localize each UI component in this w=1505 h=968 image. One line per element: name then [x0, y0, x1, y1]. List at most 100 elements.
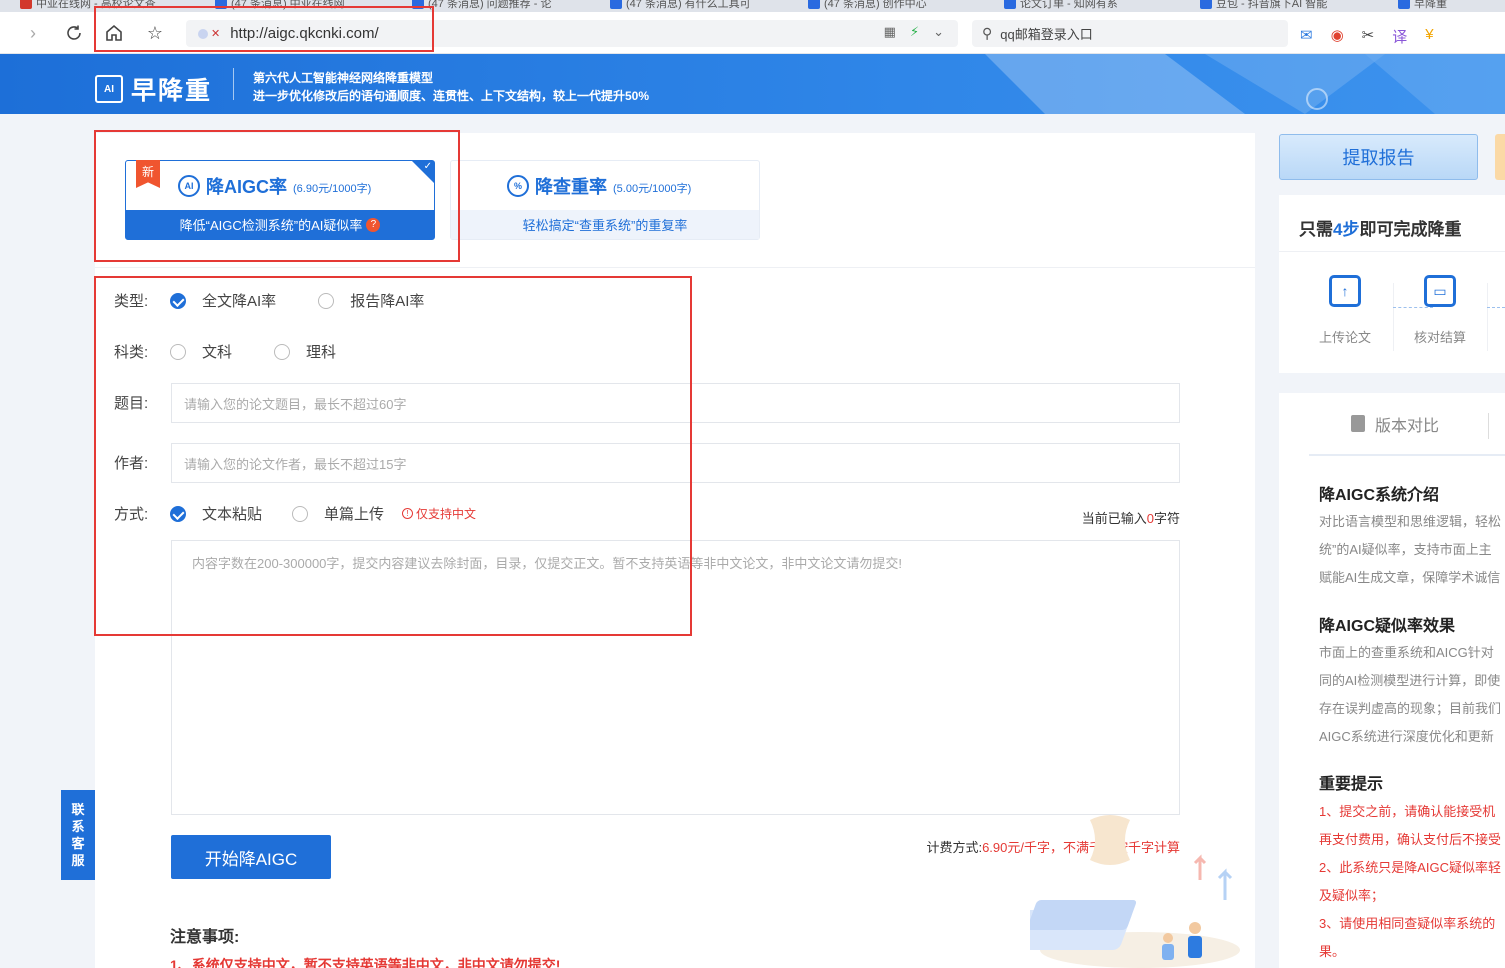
product-card-duplicate[interactable]: % 降查重率 (5.00元/1000字) 轻松搞定“查重系统”的重复率 [450, 160, 760, 240]
section-text: 果。 [1319, 944, 1346, 959]
partial-button[interactable] [1495, 134, 1505, 180]
title-row: 题目: [114, 392, 170, 413]
search-text[interactable]: qq邮箱登录入口 [1000, 24, 1092, 43]
subject-option-arts[interactable]: 文科 [202, 341, 232, 362]
section-text: 2、此系统只是降AIGC疑似率轻 [1319, 860, 1502, 875]
url-text[interactable]: http://aigc.qkcnki.com/ [230, 25, 378, 42]
mail-icon[interactable]: ✉ [1300, 26, 1313, 47]
help-icon[interactable]: ? [366, 217, 381, 232]
type-option-report[interactable]: 报告降AI率 [350, 290, 424, 311]
translate-icon[interactable]: 译 [1392, 26, 1407, 47]
step-divider [1393, 283, 1394, 351]
tab-version-compare[interactable]: 版本对比 [1309, 393, 1505, 456]
notice-item: 1、系统仅支持中文，暂不支持英语等非中文，非中文请勿提交! [170, 957, 561, 968]
browser-tab[interactable]: 论文订单 - 知网有系 [1004, 0, 1118, 12]
product-card-aigc[interactable]: 新 ✓ AI 降AIGC率 (6.90元/1000字) 降低“AIGC检测系统”… [125, 160, 435, 240]
section-text: 赋能AI生成文章，保障学术诚信 [1319, 570, 1501, 585]
address-bar[interactable]: ✕ http://aigc.qkcnki.com/ ▦ ⚡ ⌄ [186, 20, 958, 47]
content-textarea[interactable]: 内容字数在200-300000字，提交内容建议去除封面，目录，仅提交正文。暂不支… [171, 540, 1180, 815]
product-price: (6.90元/1000字) [293, 182, 372, 195]
search-box[interactable]: ⚲ qq邮箱登录入口 [972, 20, 1288, 47]
lightning-icon[interactable]: ⚡ [910, 24, 919, 40]
banner-slogan: 第六代人工智能神经网络降重模型 [253, 71, 434, 85]
subject-radio-science[interactable] [274, 343, 291, 360]
type-radio-report[interactable] [318, 292, 335, 309]
title-label: 题目: [114, 395, 149, 412]
section-text: AIGC系统进行深度优化和更新 [1319, 729, 1494, 744]
home-icon[interactable] [101, 20, 127, 46]
browser-toolbar: › ☆ ✕ http://aigc.qkcnki.com/ ▦ ⚡ ⌄ ⚲ qq… [0, 12, 1505, 54]
get-report-button[interactable]: 提取报告 [1279, 134, 1478, 180]
scissors-icon[interactable]: ✂ [1362, 26, 1375, 47]
check-icon: ✓ [423, 161, 432, 172]
step-upload: ↑ 上传论文 [1315, 275, 1375, 346]
method-row: 方式: 文本粘贴 单篇上传 ! 仅支持中文 [114, 503, 476, 524]
forward-icon[interactable]: › [20, 20, 46, 46]
section-text: 再支付费用，确认支付后不接受 [1319, 832, 1502, 847]
qr-code-icon[interactable]: ▦ [884, 24, 896, 40]
method-radio-paste[interactable] [170, 505, 186, 522]
percent-icon: % [507, 174, 529, 197]
browser-tab[interactable]: (47 条消息) 问题推荐 - 论 [412, 0, 551, 12]
site-logo[interactable]: AI 早降重 [95, 71, 212, 107]
section-text: 1、提交之前，请确认能接受机 [1319, 804, 1496, 819]
contact-support-button[interactable]: 联系客服 [61, 790, 95, 880]
tab-favicon-icon [215, 0, 227, 9]
steps-title: 只需4步即可完成降重 [1299, 220, 1462, 239]
tab-favicon-icon [412, 0, 424, 9]
reload-icon[interactable] [61, 20, 87, 46]
type-row: 类型: 全文降AI率 报告降AI率 [114, 290, 466, 311]
type-option-full[interactable]: 全文降AI率 [202, 290, 276, 311]
weibo-icon[interactable]: ◉ [1331, 26, 1344, 47]
decorative-illustration [1030, 815, 1240, 968]
method-option-paste[interactable]: 文本粘贴 [202, 503, 262, 524]
browser-tab[interactable]: (47 条消息) 中亚在线网 [215, 0, 345, 12]
browser-tab[interactable]: 豆包 - 抖音旗下AI 智能 [1200, 0, 1327, 12]
section-text: 市面上的查重系统和AICG针对 [1319, 645, 1494, 660]
tab-favicon-icon [1200, 0, 1212, 9]
insecure-icon: ✕ [211, 28, 221, 40]
author-input[interactable]: 请输入您的论文作者，最长不超过15字 [171, 443, 1180, 483]
title-input[interactable]: 请输入您的论文题目，最长不超过60字 [171, 383, 1180, 423]
type-label: 类型: [114, 293, 149, 310]
method-option-upload[interactable]: 单篇上传 [324, 503, 384, 524]
browser-tab-active[interactable]: 早降重 [1398, 0, 1447, 12]
product-desc: 降低“AIGC检测系统”的AI疑似率 [179, 218, 363, 233]
subject-option-science[interactable]: 理科 [306, 341, 336, 362]
chevron-down-icon[interactable]: ⌄ [933, 24, 944, 40]
browser-tab[interactable]: (47 条消息) 有什么工具可 [610, 0, 751, 12]
method-radio-upload[interactable] [292, 505, 309, 522]
document-icon [1351, 415, 1365, 432]
ring-decoration [1306, 88, 1328, 110]
banner-divider [233, 68, 234, 100]
type-radio-full[interactable] [170, 292, 186, 309]
star-icon[interactable]: ☆ [142, 20, 168, 46]
ai-icon: AI [178, 174, 200, 197]
browser-tab[interactable]: 中亚在线网 - 高校论文查 [20, 0, 156, 12]
section-text: 同的AI检测模型进行计算，即使 [1319, 673, 1501, 688]
intro-panel: 版本对比 降AIGC系统介绍 对比语言模型和思维逻辑，轻松 统”的AI疑似率，支… [1279, 393, 1505, 968]
steps-panel: 只需4步即可完成降重 ↑ 上传论文 ▭ 核对结算 [1279, 195, 1505, 373]
section-heading: 重要提示 [1319, 776, 1384, 793]
wallet-icon[interactable]: ¥ [1425, 26, 1433, 47]
product-price: (5.00元/1000字) [613, 182, 692, 195]
browser-tab[interactable]: (47 条消息) 创作中心 [808, 0, 927, 12]
start-aigc-button[interactable]: 开始降AIGC [171, 835, 331, 879]
logo-text: 早降重 [131, 77, 213, 105]
section-text: 3、请使用相同查疑似率系统的 [1319, 916, 1496, 931]
chinese-only-note: ! 仅支持中文 [402, 505, 476, 522]
section-heading: 降AIGC系统介绍 [1319, 487, 1440, 504]
subject-radio-arts[interactable] [170, 343, 186, 360]
tab-separator [1488, 413, 1489, 439]
wallet-check-icon: ▭ [1424, 275, 1456, 307]
step-divider [1487, 283, 1488, 351]
section-text: 存在误判虚高的现象；目前我们 [1319, 701, 1502, 716]
subject-label: 科类: [114, 344, 149, 361]
browser-tab-strip: 中亚在线网 - 高校论文查 (47 条消息) 中亚在线网 (47 条消息) 问题… [0, 0, 1505, 12]
search-icon: ⚲ [982, 25, 993, 41]
product-title: 降查重率 [535, 176, 607, 197]
alert-icon: ! [402, 508, 414, 519]
step-arrow [1487, 307, 1505, 308]
section-text: 及疑似率； [1319, 888, 1385, 903]
tab-favicon-icon [1398, 0, 1410, 9]
